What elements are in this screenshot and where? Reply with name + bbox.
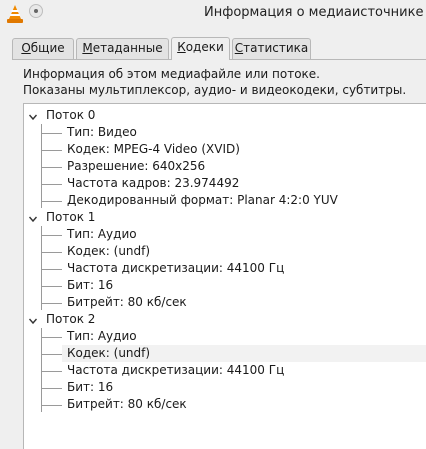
tab-label: Общие <box>21 41 65 55</box>
tab-label: Статистика <box>234 41 309 55</box>
tree-item[interactable]: Тип: Видео <box>67 124 137 141</box>
tree-connector <box>41 252 62 253</box>
tree-connector <box>41 286 62 287</box>
tree-connector <box>41 235 62 236</box>
expanded-arrow-icon[interactable] <box>29 215 37 223</box>
tab-general[interactable]: Общие <box>12 38 74 59</box>
tree-connector <box>41 133 62 134</box>
tree-item[interactable]: Бит: 16 <box>67 379 113 396</box>
tree-connector <box>41 303 62 304</box>
expanded-arrow-icon[interactable] <box>29 113 37 121</box>
expanded-arrow-icon[interactable] <box>29 317 37 325</box>
tree-connector <box>41 150 62 151</box>
tree-stream-0[interactable]: Поток 0 <box>46 107 95 124</box>
tree-connector <box>41 167 62 168</box>
tree-connector <box>41 184 62 185</box>
tree-item[interactable]: Частота кадров: 23.974492 <box>67 175 239 192</box>
tree-item[interactable]: Кодек: MPEG-4 Video (XVID) <box>67 141 240 158</box>
info-text-line2: Показаны мультиплексор, аудио- и видеоко… <box>23 83 407 97</box>
tree-connector <box>41 371 62 372</box>
tree-item[interactable]: Разрешение: 640x256 <box>67 158 205 175</box>
tree-branch-line <box>41 328 42 412</box>
tree-item[interactable]: Битрейт: 80 кб/сек <box>67 396 187 413</box>
help-icon[interactable] <box>29 4 43 18</box>
tree-item-hovered[interactable]: Кодек: (undf) <box>62 345 426 362</box>
tree-connector <box>41 201 62 202</box>
tab-codecs[interactable]: Кодеки <box>171 37 230 60</box>
tree-item-label: Кодек: (undf) <box>67 346 151 360</box>
tree-connector <box>41 337 62 338</box>
tree-item[interactable]: Декодированный формат: Planar 4:2:0 YUV <box>67 192 338 209</box>
codec-tree[interactable]: Поток 0 Тип: Видео Кодек: MPEG-4 Video (… <box>23 103 426 449</box>
tree-item[interactable]: Частота дискретизации: 44100 Гц <box>67 362 284 379</box>
tree-stream-2[interactable]: Поток 2 <box>46 311 95 328</box>
tab-statistics[interactable]: Статистика <box>232 38 311 59</box>
tree-item[interactable]: Тип: Аудио <box>67 226 137 243</box>
info-text-line1: Информация об этом медиафайле или потоке… <box>23 67 320 81</box>
tree-connector <box>41 405 62 406</box>
window-title: Информация о медиаисточнике <box>204 5 424 20</box>
tree-branch-line <box>41 124 42 208</box>
tab-label: Метаданные <box>82 41 163 55</box>
tab-metadata[interactable]: Метаданные <box>76 38 169 59</box>
tree-item[interactable]: Бит: 16 <box>67 277 113 294</box>
tree-item[interactable]: Битрейт: 80 кб/сек <box>67 294 187 311</box>
tab-label: Кодеки <box>177 40 224 54</box>
tree-item[interactable]: Частота дискретизации: 44100 Гц <box>67 260 284 277</box>
vlc-cone-icon <box>7 5 23 23</box>
tree-connector <box>41 269 62 270</box>
tree-connector <box>41 354 62 355</box>
tree-connector <box>41 388 62 389</box>
tree-item[interactable]: Тип: Аудио <box>67 328 137 345</box>
tree-stream-1[interactable]: Поток 1 <box>46 209 95 226</box>
tree-branch-line <box>41 226 42 310</box>
tree-item[interactable]: Кодек: (undf) <box>67 243 150 260</box>
title-bar: Информация о медиаисточнике <box>0 0 426 30</box>
